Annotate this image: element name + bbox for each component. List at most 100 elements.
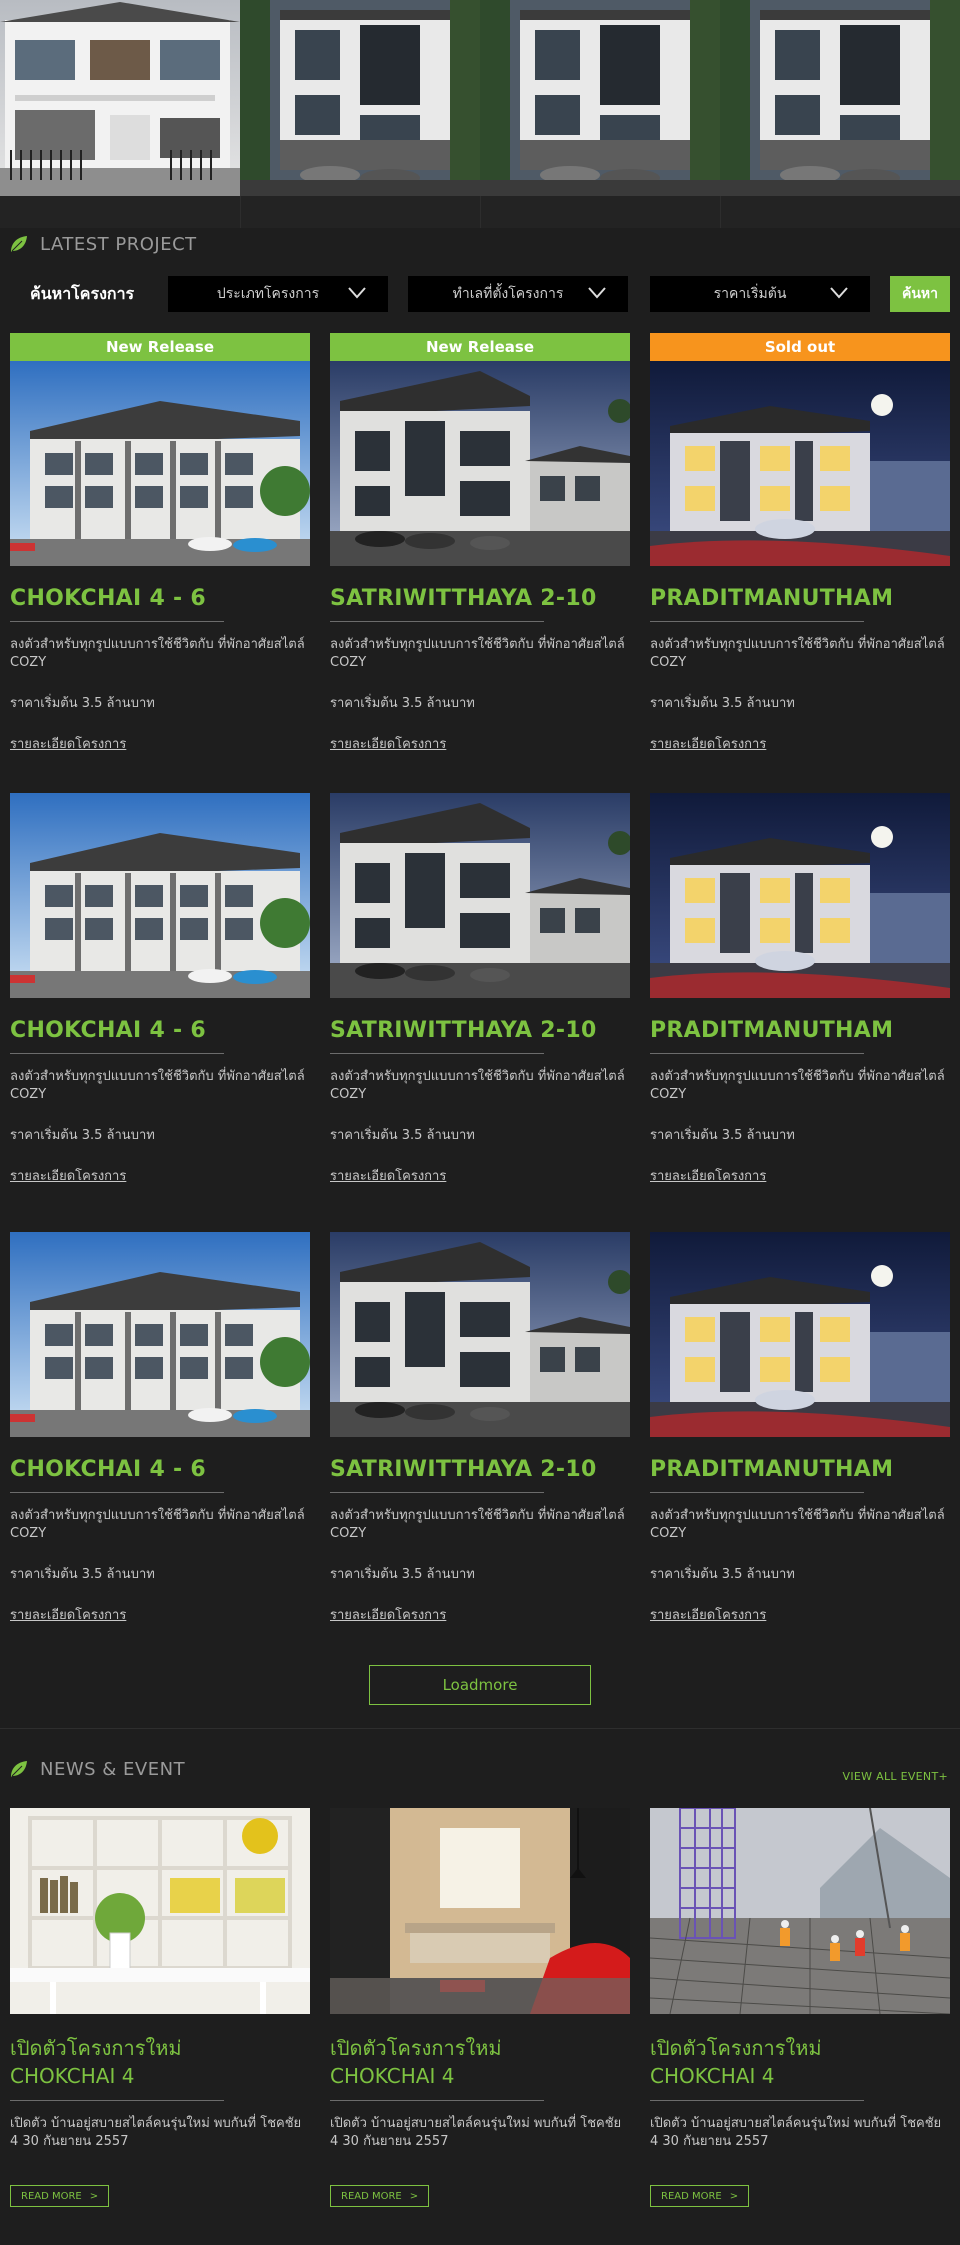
price-select[interactable]: ราคาเริ่มต้น (650, 276, 870, 312)
read-more-label: READ MORE (21, 2190, 82, 2202)
hero-divider (480, 196, 481, 228)
project-description: ลงตัวสำหรับทุกรูปแบบการใช้ชีวิตกับ ที่พั… (10, 637, 305, 670)
news-image[interactable] (330, 1808, 630, 2014)
status-badge: New Release (330, 333, 630, 361)
select-value: ประเภทโครงการ (216, 286, 320, 302)
project-details-link[interactable]: รายละเอียดโครงการ (650, 733, 766, 754)
project-details-link[interactable]: รายละเอียดโครงการ (330, 1165, 446, 1186)
project-price: ราคาเริ่มต้น 3.5 ล้านบาท (330, 1567, 475, 1582)
project-name: PRADITMANUTHAM (650, 1018, 894, 1043)
project-details-link[interactable]: รายละเอียดโครงการ (10, 1165, 126, 1186)
project-image[interactable] (10, 793, 310, 998)
search-button[interactable]: ค้นหา (890, 276, 950, 312)
news-description: เปิดตัว บ้านอยู่สบายสไตล์คนรุ่นใหม่ พบกั… (650, 2116, 942, 2149)
hero-divider (240, 196, 241, 228)
project-name: PRADITMANUTHAM (650, 586, 894, 611)
read-more-label: READ MORE (661, 2190, 722, 2202)
section-divider (0, 1728, 960, 1729)
chevron-right-icon: > (409, 2190, 419, 2202)
project-card: SATRIWITTHAYA 2-10 ลงตัวสำหรับทุกรูปแบบก… (330, 793, 630, 1186)
news-card: เปิดตัวโครงการใหม่ CHOKCHAI 4 เปิดตัว บ้… (330, 1808, 630, 2207)
hero-image-1[interactable] (0, 0, 240, 196)
loadmore-button[interactable]: Loadmore (369, 1665, 591, 1705)
project-image[interactable] (330, 793, 630, 998)
project-card: SATRIWITTHAYA 2-10 ลงตัวสำหรับทุกรูปแบบก… (330, 1232, 630, 1625)
news-event-heading: NEWS & EVENT (10, 1754, 185, 1784)
hero-divider (720, 196, 721, 228)
project-details-link[interactable]: รายละเอียดโครงการ (650, 1165, 766, 1186)
news-image[interactable] (650, 1808, 950, 2014)
project-card: New Release SATRIWITTHAYA 2-10 ลงตัวสำหร… (330, 333, 630, 754)
project-card: CHOKCHAI 4 - 6 ลงตัวสำหรับทุกรูปแบบการใช… (10, 793, 310, 1186)
project-description: ลงตัวสำหรับทุกรูปแบบการใช้ชีวิตกับ ที่พั… (650, 1069, 945, 1102)
project-image[interactable] (330, 361, 630, 566)
project-description: ลงตัวสำหรับทุกรูปแบบการใช้ชีวิตกับ ที่พั… (330, 1069, 625, 1102)
project-card: PRADITMANUTHAM ลงตัวสำหรับทุกรูปแบบการใช… (650, 793, 950, 1186)
divider (650, 1053, 864, 1054)
project-image[interactable] (10, 1232, 310, 1437)
project-price: ราคาเริ่มต้น 3.5 ล้านบาท (10, 696, 155, 711)
project-price: ราคาเริ่มต้น 3.5 ล้านบาท (330, 696, 475, 711)
project-name: PRADITMANUTHAM (650, 1457, 894, 1482)
project-details-link[interactable]: รายละเอียดโครงการ (330, 1604, 446, 1625)
project-description: ลงตัวสำหรับทุกรูปแบบการใช้ชีวิตกับ ที่พั… (650, 637, 945, 670)
read-more-button[interactable]: READ MORE > (650, 2185, 750, 2207)
leaf-icon (11, 1761, 27, 1777)
news-title-line: เปิดตัวโครงการใหม่ (330, 2036, 502, 2060)
project-name: SATRIWITTHAYA 2-10 (330, 586, 597, 611)
divider (10, 1053, 224, 1054)
latest-project-heading: LATEST PROJECT (10, 229, 197, 259)
section-title: NEWS & EVENT (40, 1758, 186, 1780)
project-image[interactable] (650, 361, 950, 566)
read-more-button[interactable]: READ MORE > (10, 2185, 110, 2207)
select-value: ราคาเริ่มต้น (713, 286, 787, 302)
hero-image-4[interactable] (720, 0, 960, 196)
chevron-down-icon (830, 287, 848, 299)
hero-image-2[interactable] (240, 0, 480, 196)
leaf-icon (11, 236, 27, 252)
status-badge: Sold out (650, 333, 950, 361)
project-description: ลงตัวสำหรับทุกรูปแบบการใช้ชีวิตกับ ที่พั… (650, 1508, 945, 1541)
view-all-events-link[interactable]: VIEW ALL EVENT+ (843, 1770, 948, 1783)
section-title: LATEST PROJECT (40, 233, 197, 255)
project-price: ราคาเริ่มต้น 3.5 ล้านบาท (650, 696, 795, 711)
project-image[interactable] (650, 793, 950, 998)
divider (650, 2100, 864, 2101)
project-price: ราคาเริ่มต้น 3.5 ล้านบาท (650, 1567, 795, 1582)
news-title: เปิดตัวโครงการใหม่ CHOKCHAI 4 (330, 2034, 630, 2090)
project-image[interactable] (330, 1232, 630, 1437)
project-description: ลงตัวสำหรับทุกรูปแบบการใช้ชีวิตกับ ที่พั… (330, 637, 625, 670)
project-location-select[interactable]: ทำเลที่ตั้งโครงการ (408, 276, 628, 312)
project-price: ราคาเริ่มต้น 3.5 ล้านบาท (10, 1128, 155, 1143)
news-title: เปิดตัวโครงการใหม่ CHOKCHAI 4 (650, 2034, 950, 2090)
project-name: CHOKCHAI 4 - 6 (10, 586, 207, 611)
news-image[interactable] (10, 1808, 310, 2014)
project-price: ราคาเริ่มต้น 3.5 ล้านบาท (650, 1128, 795, 1143)
project-image[interactable] (650, 1232, 950, 1437)
divider (10, 2100, 224, 2101)
project-details-link[interactable]: รายละเอียดโครงการ (10, 733, 126, 754)
divider (10, 1492, 224, 1493)
news-title-line: CHOKCHAI 4 (330, 2064, 455, 2088)
chevron-down-icon (588, 287, 606, 299)
project-card: CHOKCHAI 4 - 6 ลงตัวสำหรับทุกรูปแบบการใช… (10, 1232, 310, 1625)
chevron-right-icon: > (89, 2190, 99, 2202)
news-title-line: CHOKCHAI 4 (10, 2064, 135, 2088)
project-card: Sold out PRADITMANUTHAM ลงตัวสำหรับทุกรู… (650, 333, 950, 754)
news-title-line: เปิดตัวโครงการใหม่ (650, 2036, 822, 2060)
read-more-label: READ MORE (341, 2190, 402, 2202)
project-image[interactable] (10, 361, 310, 566)
project-details-link[interactable]: รายละเอียดโครงการ (10, 1604, 126, 1625)
project-description: ลงตัวสำหรับทุกรูปแบบการใช้ชีวิตกับ ที่พั… (330, 1508, 625, 1541)
hero-image-3[interactable] (480, 0, 720, 196)
project-description: ลงตัวสำหรับทุกรูปแบบการใช้ชีวิตกับ ที่พั… (10, 1069, 305, 1102)
project-details-link[interactable]: รายละเอียดโครงการ (650, 1604, 766, 1625)
news-description: เปิดตัว บ้านอยู่สบายสไตล์คนรุ่นใหม่ พบกั… (330, 2116, 622, 2149)
hero-gallery (0, 0, 960, 228)
project-type-select[interactable]: ประเภทโครงการ (168, 276, 388, 312)
news-description: เปิดตัว บ้านอยู่สบายสไตล์คนรุ่นใหม่ พบกั… (10, 2116, 302, 2149)
project-name: CHOKCHAI 4 - 6 (10, 1457, 207, 1482)
read-more-button[interactable]: READ MORE > (330, 2185, 430, 2207)
divider (10, 621, 224, 622)
project-details-link[interactable]: รายละเอียดโครงการ (330, 733, 446, 754)
